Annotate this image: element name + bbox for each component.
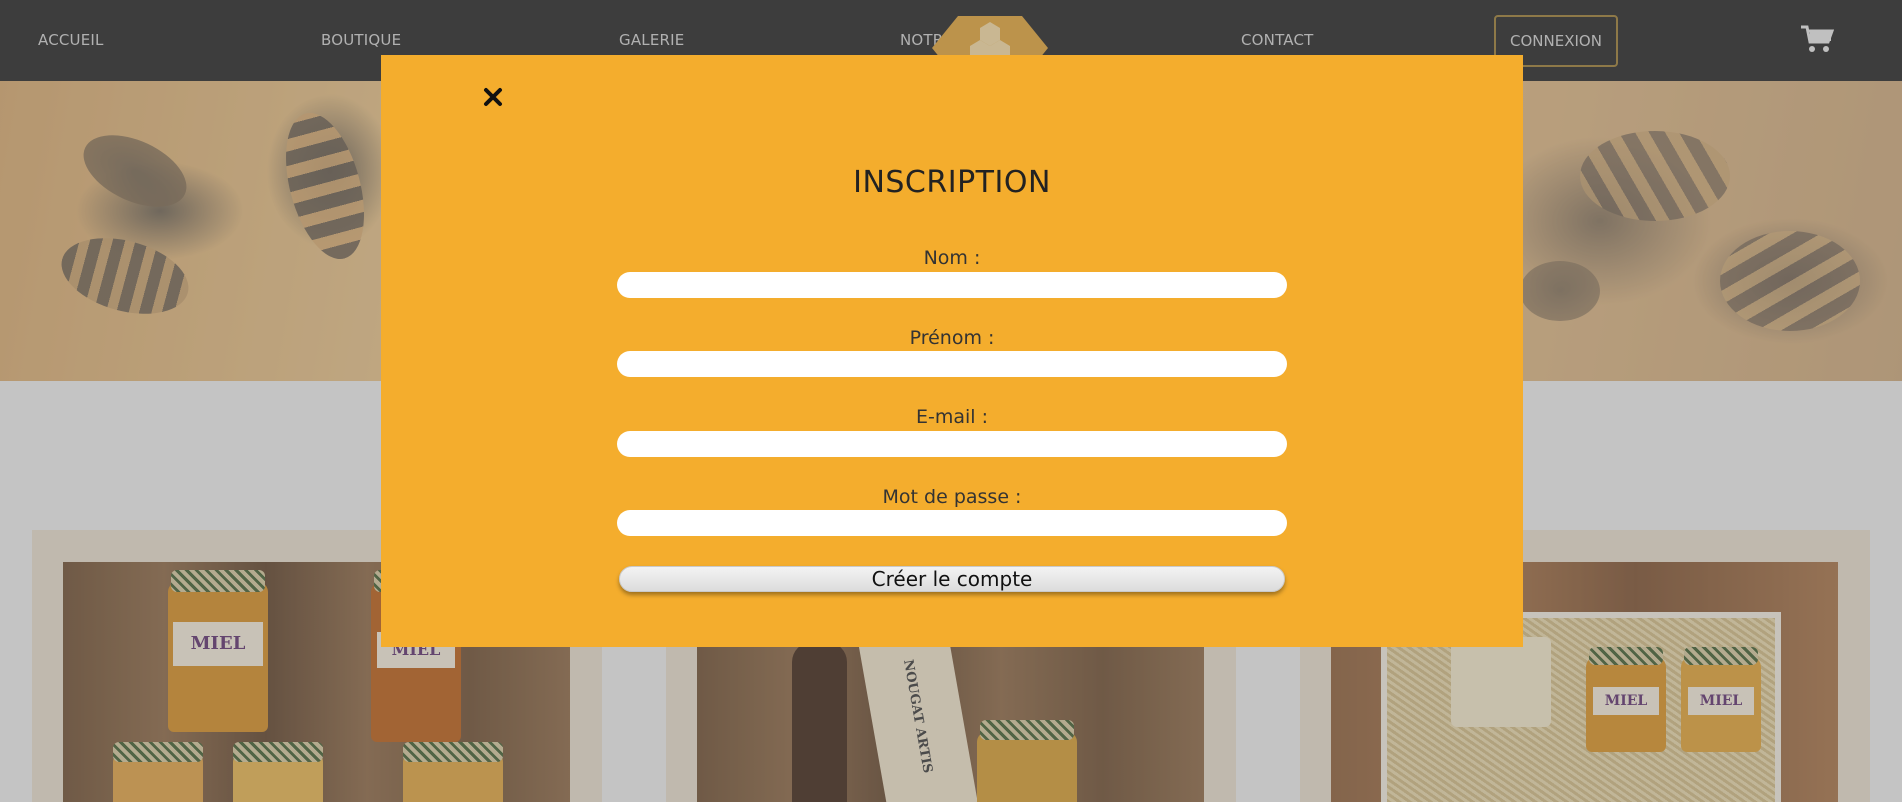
email-field[interactable] xyxy=(617,431,1287,457)
nom-label: Nom : xyxy=(923,247,981,269)
nom-field[interactable] xyxy=(617,272,1287,298)
prenom-field[interactable] xyxy=(617,351,1287,377)
prenom-label: Prénom : xyxy=(909,327,995,349)
email-label: E-mail : xyxy=(915,406,988,428)
password-label: Mot de passe : xyxy=(882,486,1022,508)
close-icon[interactable] xyxy=(481,85,505,109)
modal-title: INSCRIPTION xyxy=(853,165,1051,200)
password-field[interactable] xyxy=(617,510,1287,536)
signup-modal: INSCRIPTION Nom : Prénom : E-mail : Mot … xyxy=(381,55,1523,647)
create-account-button[interactable]: Créer le compte xyxy=(619,566,1285,592)
